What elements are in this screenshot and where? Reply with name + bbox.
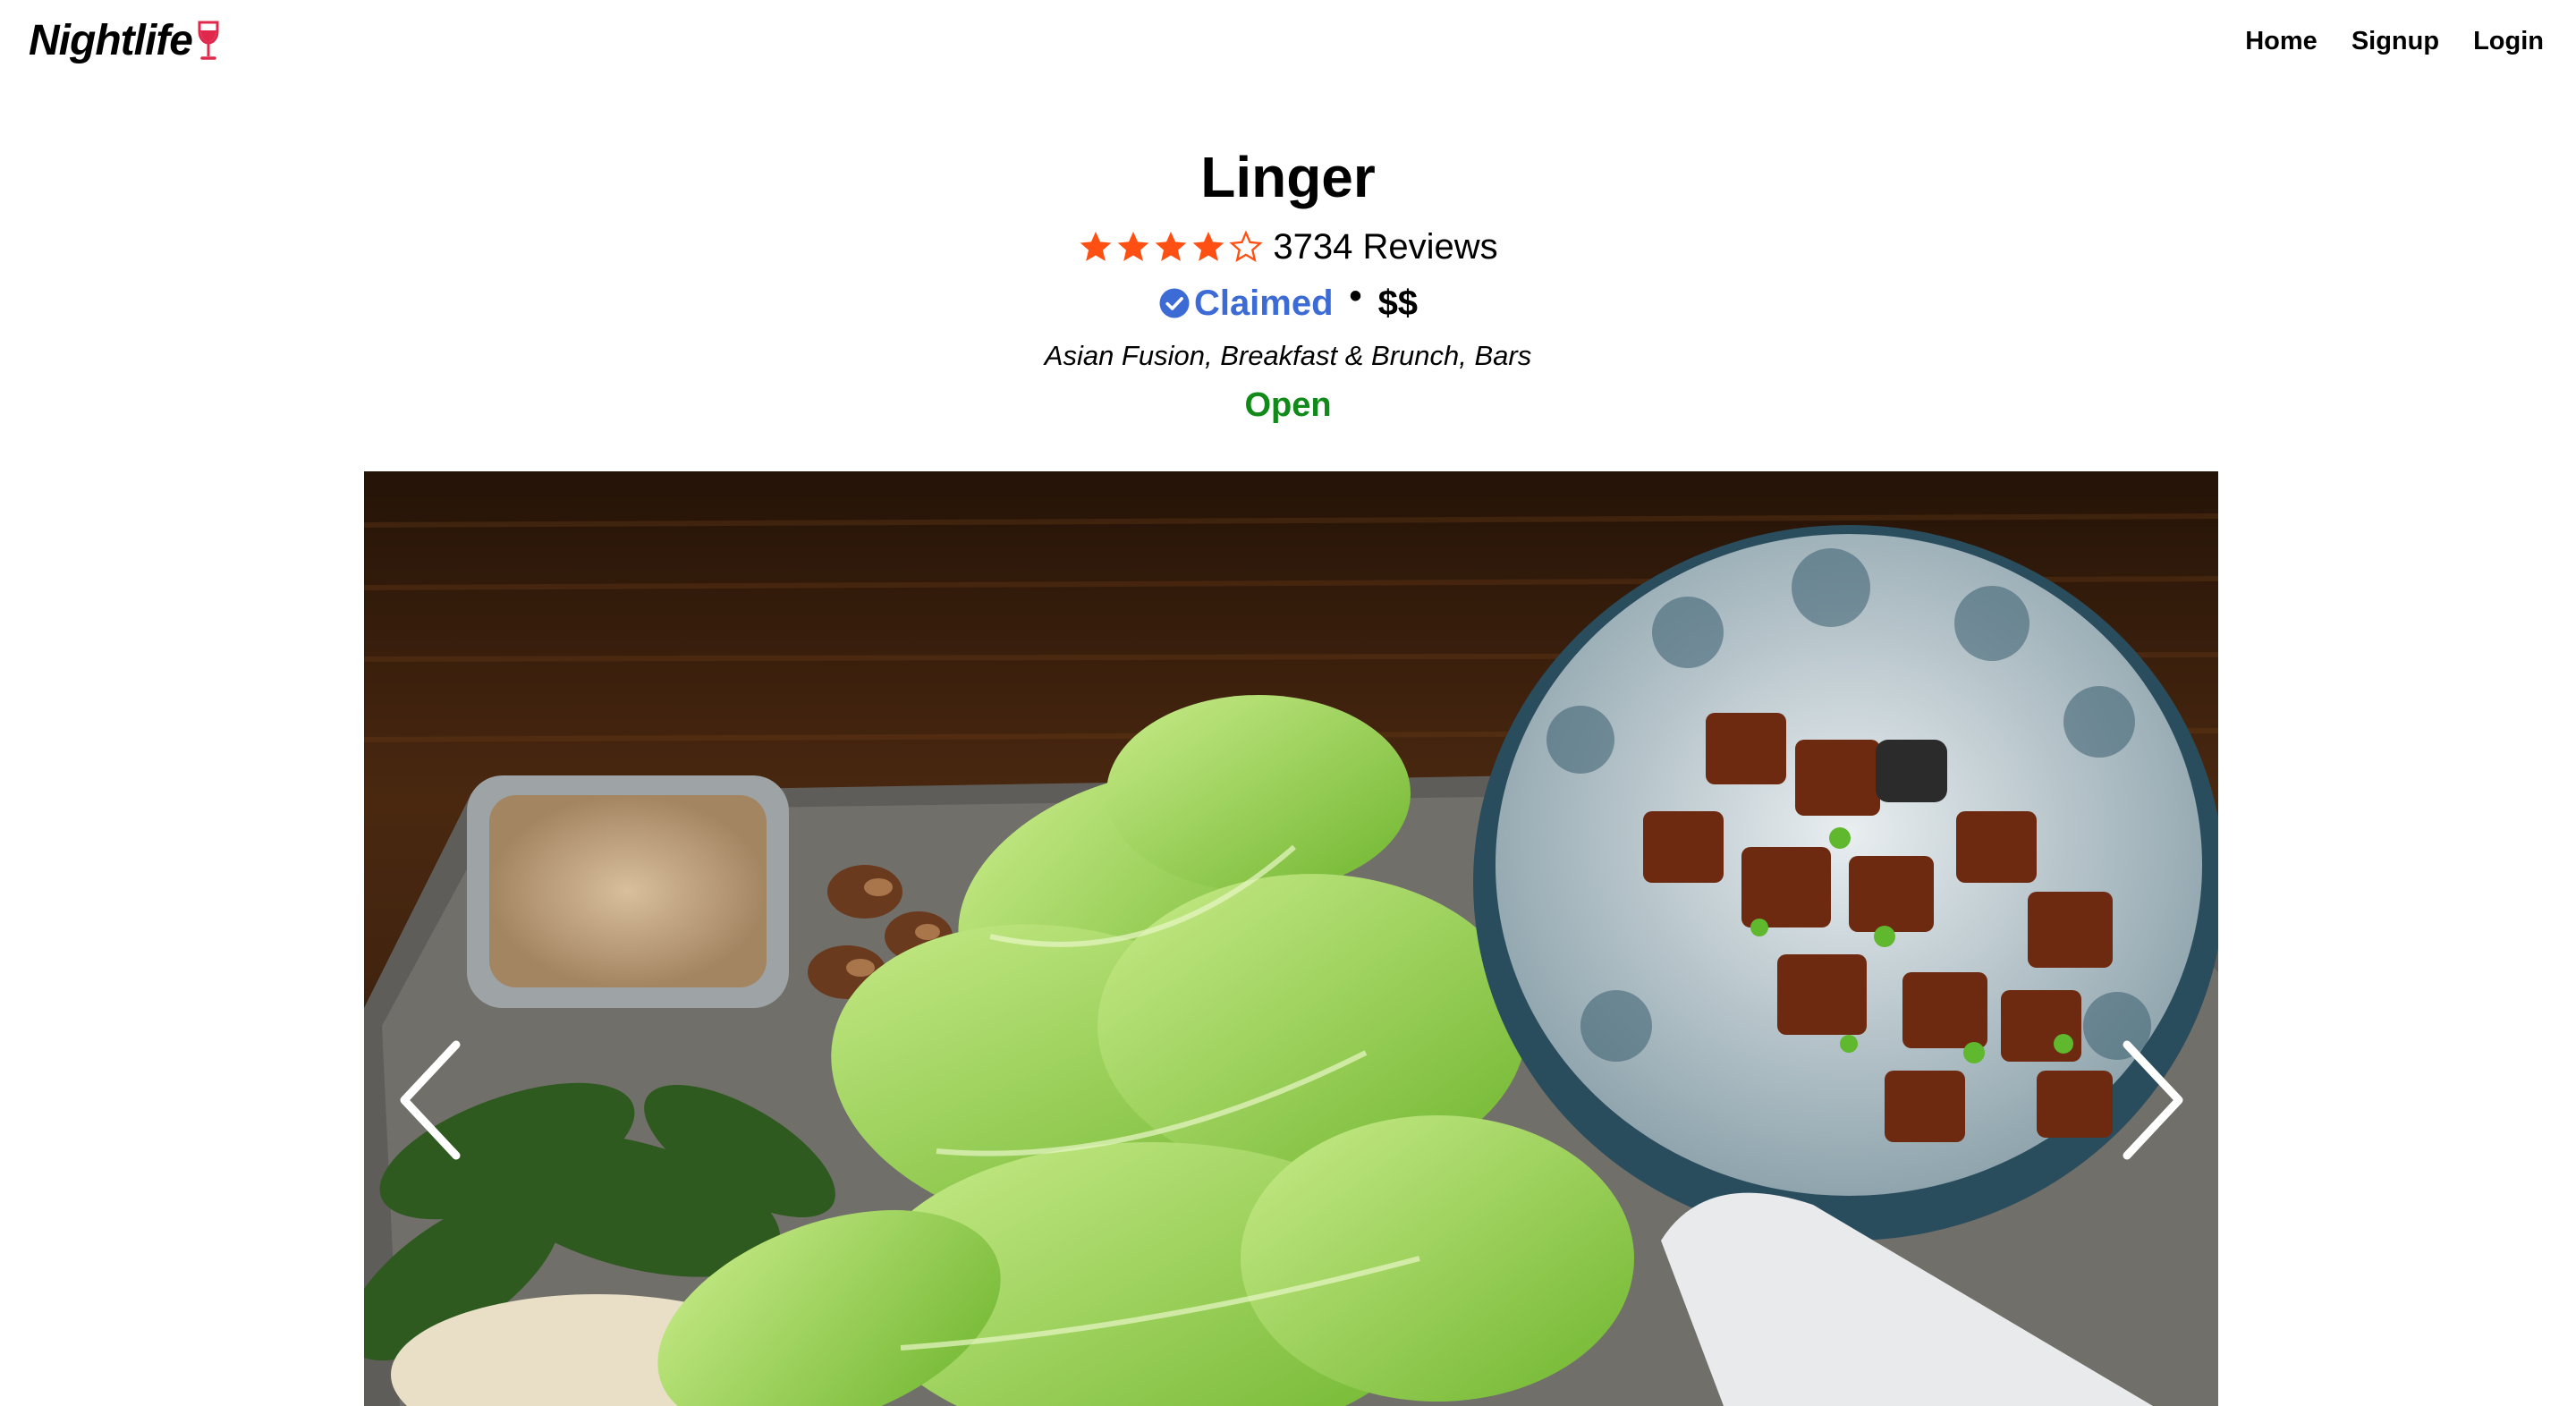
wine-glass-icon: [198, 21, 219, 60]
business-header: Linger 3734 Reviews Claimed • $$ Asian F…: [0, 143, 2576, 428]
rating-row: 3734 Reviews: [0, 224, 2576, 270]
review-count[interactable]: 3734 Reviews: [1273, 227, 1497, 267]
photo-carousel[interactable]: [364, 471, 2218, 1406]
logo-text: Nightlife: [29, 17, 193, 64]
logo[interactable]: Nightlife: [29, 16, 221, 65]
star-rating: [1078, 229, 1264, 265]
star-empty-icon: [1229, 230, 1263, 263]
star-filled-icon: [1156, 232, 1187, 261]
star-filled-icon: [1118, 232, 1149, 261]
business-name: Linger: [1200, 145, 1376, 209]
carousel-next-button[interactable]: [2109, 1038, 2190, 1163]
check-circle-icon: [1159, 288, 1190, 318]
nav-login-link[interactable]: Login: [2473, 27, 2544, 56]
open-status: Open: [1244, 386, 1332, 424]
carousel-prev-button[interactable]: [394, 1038, 474, 1163]
nav-home-link[interactable]: Home: [2245, 27, 2318, 56]
food-photo: [364, 471, 2218, 1406]
price-level: $$: [1377, 283, 1419, 323]
star-filled-icon: [1193, 232, 1224, 261]
nav-signup-link[interactable]: Signup: [2351, 27, 2439, 56]
separator-dot: •: [1349, 275, 1362, 316]
claimed-price-row: Claimed • $$: [0, 275, 2576, 327]
claimed-label: Claimed: [1193, 283, 1334, 323]
star-filled-icon: [1080, 232, 1112, 261]
business-categories: Asian Fusion, Breakfast & Brunch, Bars: [1044, 340, 1532, 371]
nav-links: Home Signup Login: [2245, 27, 2544, 56]
navbar: Nightlife Home Signup Login: [0, 0, 2576, 89]
